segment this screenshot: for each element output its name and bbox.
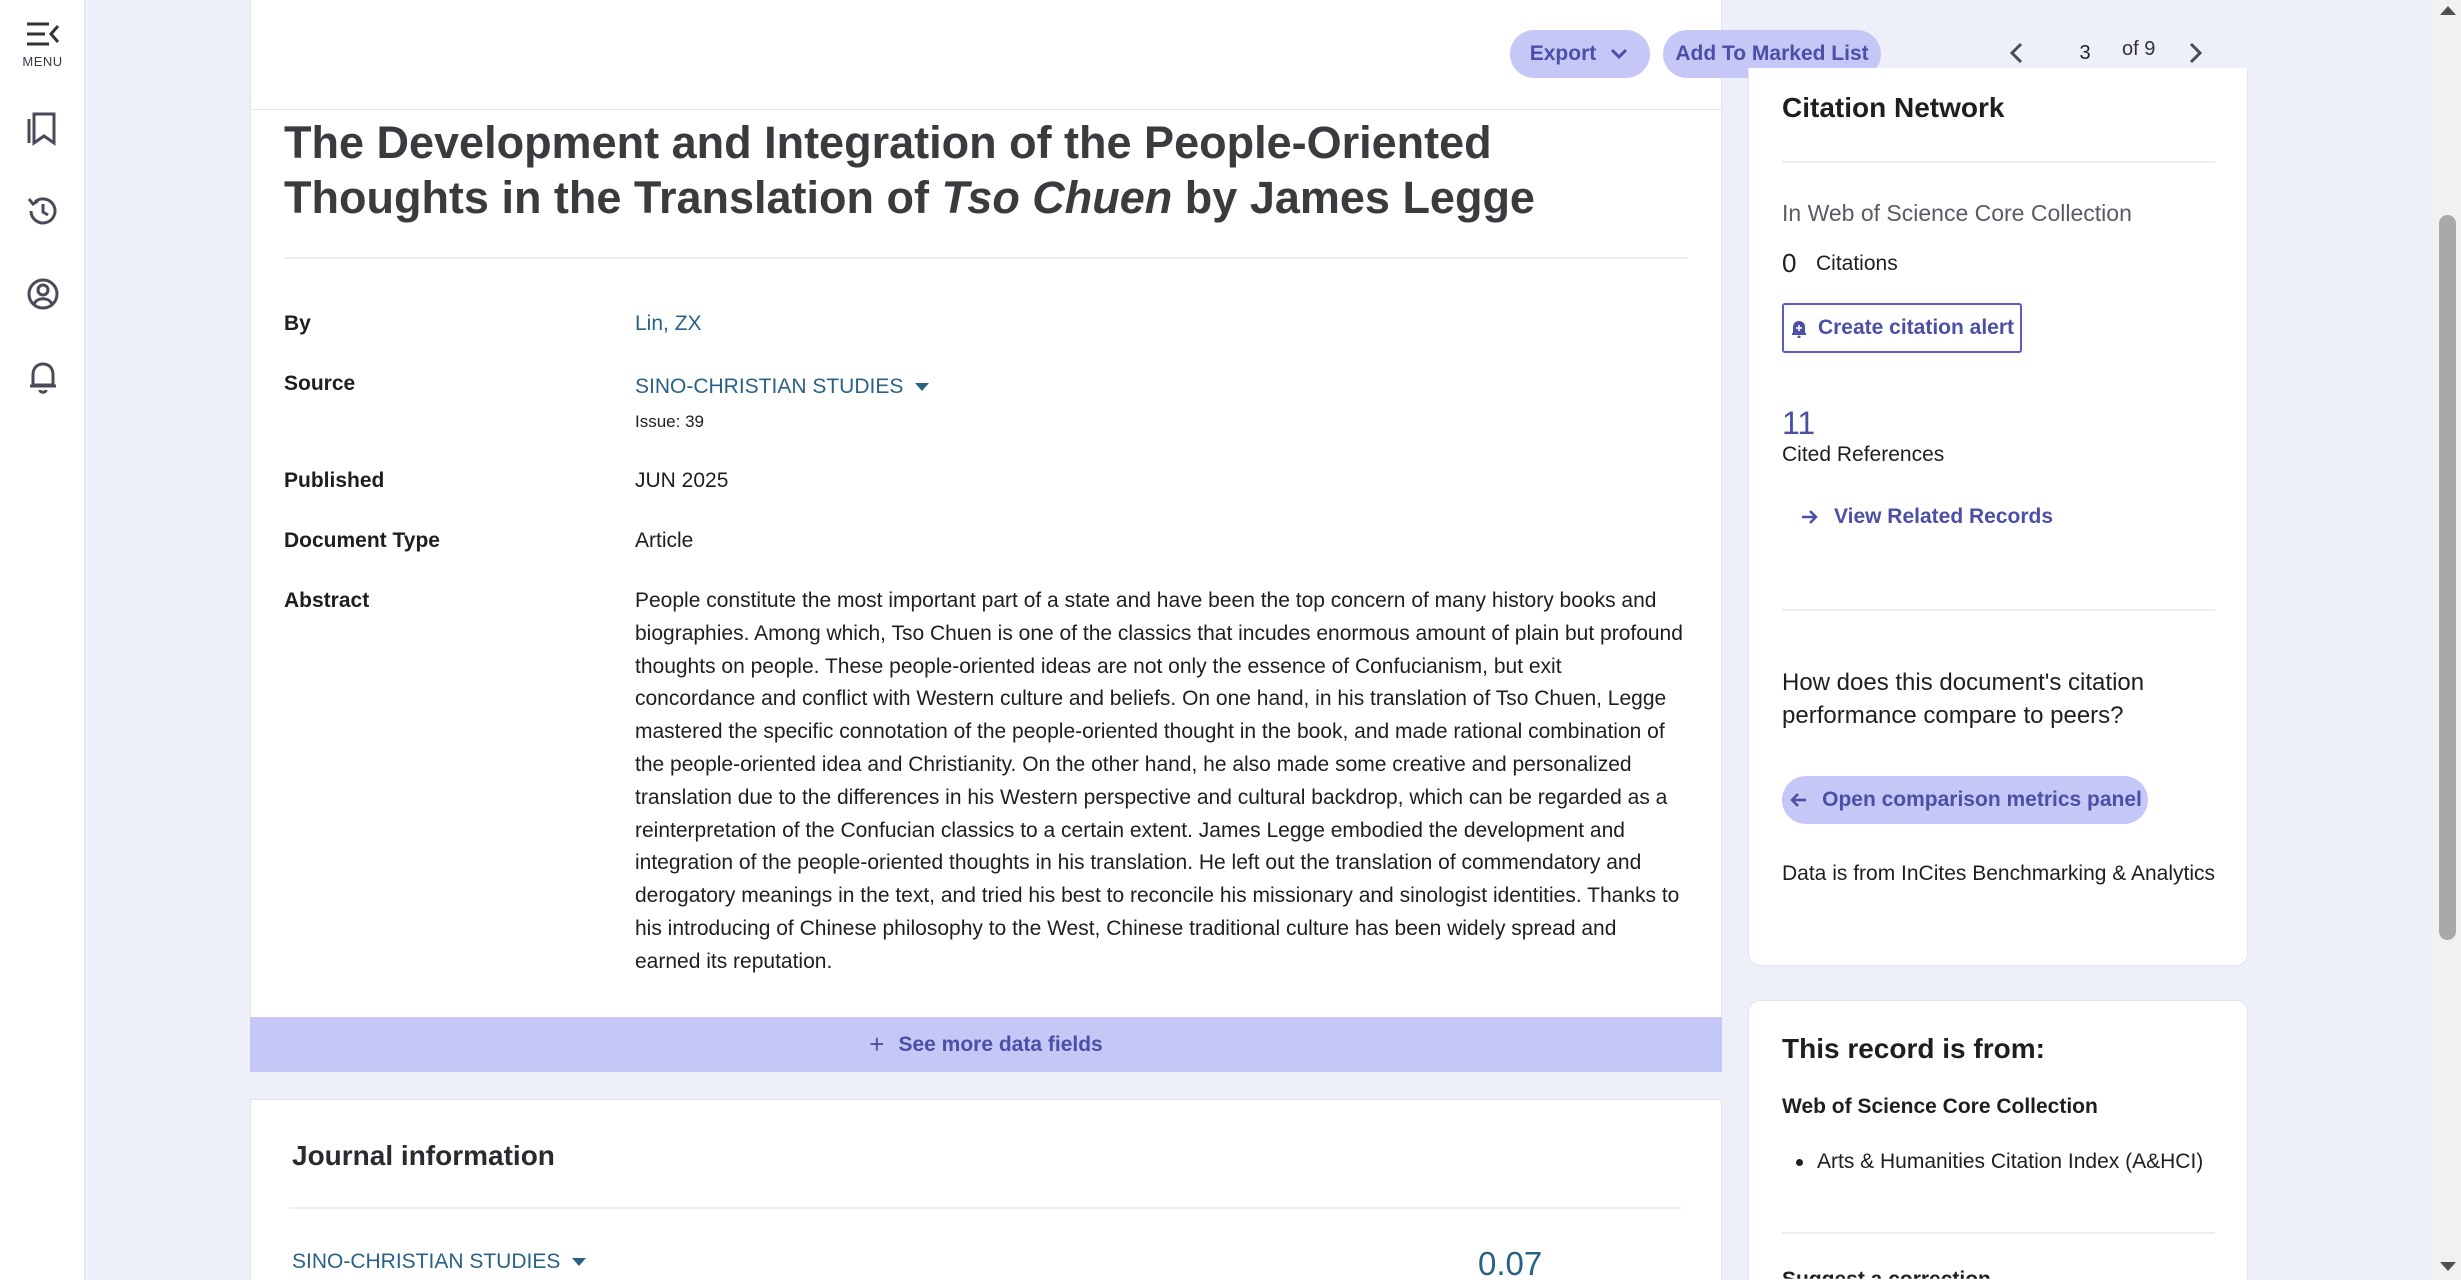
caret-down-icon	[572, 1258, 587, 1266]
menu-button[interactable]: MENU	[0, 20, 85, 69]
record-source-collection: Web of Science Core Collection	[1782, 1095, 2098, 1118]
history-icon	[27, 197, 56, 225]
citation-count-label: Citations	[1816, 252, 1898, 275]
published-label: Published	[284, 469, 385, 492]
suggest-correction-link[interactable]: Suggest a correction	[1782, 1268, 1991, 1279]
bullet-icon	[1796, 1158, 1803, 1166]
create-citation-alert-label: Create citation alert	[1817, 316, 2015, 339]
plus-icon: +	[869, 1029, 885, 1059]
title-divider	[284, 257, 1688, 259]
menu-caption: MENU	[22, 54, 63, 69]
citation-network-heading: Citation Network	[1782, 92, 2005, 123]
marked-list-nav[interactable]	[0, 110, 85, 146]
record-source-index-item: Arts & Humanities Citation Index (A&HCI)	[1796, 1150, 2203, 1174]
compare-question: How does this document's citation perfor…	[1782, 669, 2145, 729]
chevron-down-icon	[1611, 48, 1628, 60]
see-more-label: See more data fields	[898, 1032, 1103, 1056]
see-more-data-fields-button[interactable]: + See more data fields	[250, 1017, 1722, 1072]
record-source-index: Arts & Humanities Citation Index (A&HCI)	[1817, 1150, 2204, 1173]
left-rail: MENU	[0, 0, 85, 1280]
arrow-left-icon	[1790, 793, 1807, 807]
scrollbar-thumb[interactable]	[2439, 215, 2456, 940]
cited-references-label: Cited References	[1782, 443, 1945, 466]
bell-icon	[29, 362, 56, 394]
record-card-top	[250, 0, 1722, 110]
view-related-records-link[interactable]: View Related Records	[1800, 505, 2053, 529]
citation-count: 0	[1782, 248, 1797, 278]
previous-record-button[interactable]	[2005, 40, 2029, 71]
record-source-heading: This record is from:	[1782, 1033, 2045, 1064]
create-citation-alert-button[interactable]: Create citation alert	[1782, 303, 2022, 353]
export-label: Export	[1529, 42, 1597, 65]
journal-name-link[interactable]: SINO-CHRISTIAN STUDIES	[292, 1250, 587, 1274]
document-type-value: Article	[635, 529, 694, 552]
page-number-input[interactable]: 3	[2050, 34, 2120, 72]
journal-info-heading: Journal information	[292, 1140, 555, 1171]
chevron-right-icon	[2189, 42, 2203, 64]
metrics-divider	[1782, 609, 2215, 611]
profile-nav[interactable]	[0, 276, 85, 312]
abstract-text: People constitute the most important par…	[635, 589, 1683, 973]
record-title: The Development and Integration of the P…	[284, 115, 1684, 225]
bookmark-icon	[27, 112, 55, 146]
published-value: JUN 2025	[635, 469, 729, 492]
export-button[interactable]: Export	[1510, 30, 1650, 78]
journal-divider	[289, 1207, 1681, 1209]
source-label: Source	[284, 372, 356, 395]
caret-down-icon	[915, 383, 930, 391]
scroll-up-arrow-icon[interactable]	[2440, 6, 2456, 15]
title-italic: Tso Chuen	[941, 172, 1173, 223]
document-type-label: Document Type	[284, 529, 440, 552]
journal-metric-value[interactable]: 0.07	[1478, 1245, 1542, 1280]
add-to-marked-list-label: Add To Marked List	[1675, 42, 1869, 65]
cited-references-count[interactable]: 11	[1782, 405, 1815, 442]
page-total: of 9	[2122, 38, 2156, 60]
bell-plus-icon	[1791, 321, 1806, 338]
author-link[interactable]: Lin, ZX	[635, 312, 702, 336]
source-journal-link[interactable]: SINO-CHRISTIAN STUDIES	[635, 375, 930, 399]
next-record-button[interactable]	[2183, 40, 2207, 71]
record-source-divider	[1782, 1232, 2215, 1234]
view-related-records-label: View Related Records	[1834, 505, 2054, 528]
open-comparison-metrics-button[interactable]: Open comparison metrics panel	[1782, 776, 2148, 824]
source-journal-name: SINO-CHRISTIAN STUDIES	[635, 375, 904, 398]
account-icon	[27, 278, 58, 310]
issue-number: Issue: 39	[635, 412, 704, 431]
scroll-down-arrow-icon[interactable]	[2440, 1262, 2456, 1271]
journal-name: SINO-CHRISTIAN STUDIES	[292, 1250, 561, 1273]
history-nav[interactable]	[0, 193, 85, 229]
menu-icon	[26, 22, 59, 46]
abstract-label: Abstract	[284, 589, 370, 612]
citation-divider	[1782, 161, 2215, 163]
incites-source-text: Data is from InCites Benchmarking & Anal…	[1782, 862, 2216, 885]
chevron-left-icon	[2009, 42, 2023, 64]
core-collection-text: In Web of Science Core Collection	[1782, 200, 2132, 226]
title-author: by James Legge	[1172, 172, 1535, 223]
arrow-right-icon	[1802, 510, 1818, 524]
by-label: By	[284, 312, 311, 335]
alerts-nav[interactable]	[0, 358, 85, 396]
open-comparison-metrics-label: Open comparison metrics panel	[1822, 788, 2142, 811]
